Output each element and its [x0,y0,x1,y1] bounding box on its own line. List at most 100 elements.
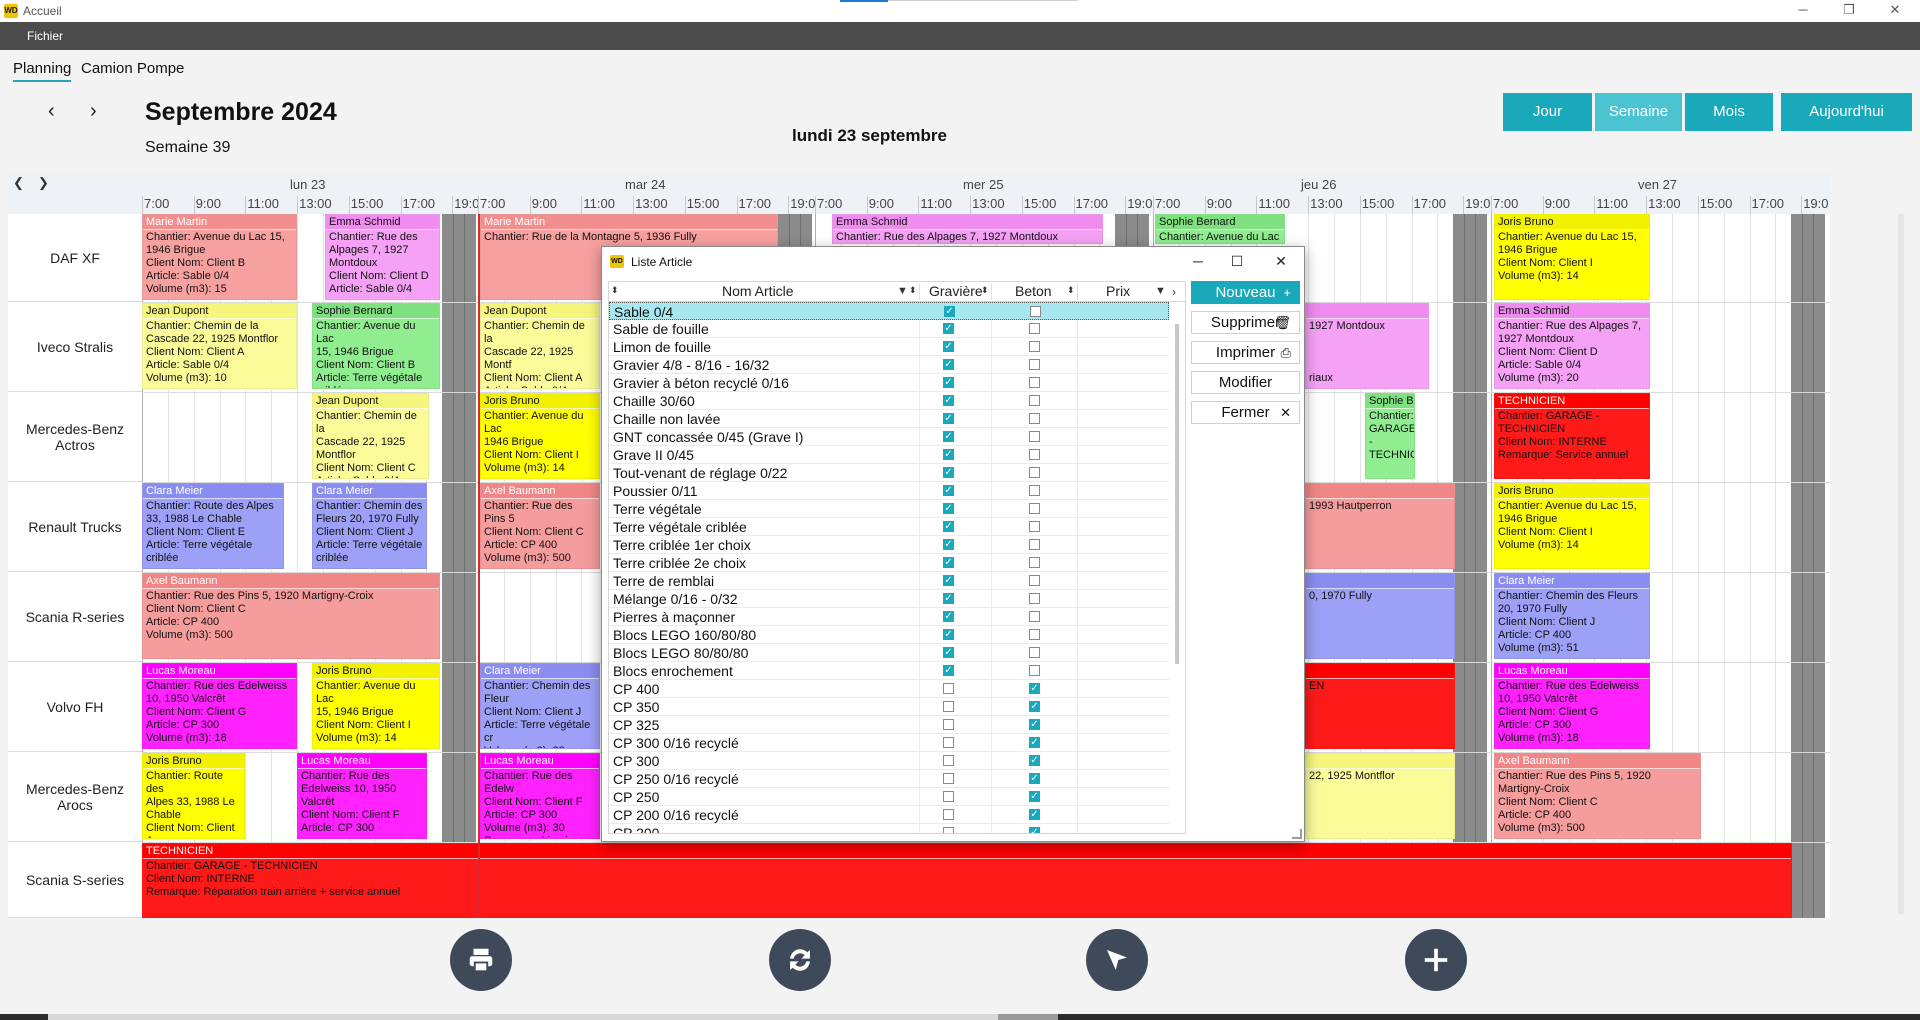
table-row[interactable]: CP 350 ✓ [609,698,1169,716]
event-block[interactable]: Sophie BernardChantier: GARAGE - TECHNIC… [1365,393,1415,479]
tab-camion-pompe[interactable]: Camion Pompe [81,60,184,77]
modifier-button[interactable]: Modifier [1191,371,1300,394]
column-beton[interactable]: Beton [1015,283,1052,299]
event-block[interactable]: Clara Meier Chantier: Chemin des Fleurs 2… [1494,573,1650,659]
table-row[interactable]: CP 400 ✓ [609,680,1169,698]
beton-checkbox[interactable]: ✓ [1029,683,1040,694]
graviere-checkbox[interactable] [943,683,954,694]
table-row[interactable]: CP 200 0/16 recyclé ✓ [609,806,1169,824]
event-block[interactable]: Axel Baumann Chantier: Rue des Pins 5 Cli… [480,483,600,569]
close-window-button[interactable]: ✕ [1872,0,1918,22]
taskbar-item[interactable] [998,1014,1058,1020]
table-row[interactable]: Gravier 4/8 - 8/16 - 16/32 ✓ [609,356,1169,374]
filter-icon[interactable]: ▼ [897,285,908,297]
event-block[interactable]: TECHNICIEN Chantier: GARAGE - TECHNICIEN … [1494,393,1650,479]
graviere-checkbox[interactable]: ✓ [943,413,954,424]
graviere-checkbox[interactable]: ✓ [943,395,954,406]
table-row[interactable]: CP 325 ✓ [609,716,1169,734]
beton-checkbox[interactable]: ✓ [1029,719,1040,730]
beton-checkbox[interactable] [1029,359,1040,370]
table-row[interactable]: CP 200 ✓ [609,824,1169,833]
event-block[interactable]: Joris Bruno Chantier: Avenue du Lac 15, 1… [312,663,440,749]
table-row[interactable]: CP 300 0/16 recyclé ✓ [609,734,1169,752]
event-block[interactable]: Jean Dupont Chantier: Chemin de la Cascad… [142,303,297,389]
graviere-checkbox[interactable]: ✓ [943,485,954,496]
beton-checkbox[interactable] [1029,467,1040,478]
beton-checkbox[interactable] [1029,395,1040,406]
restore-button[interactable]: ❐ [1826,0,1872,22]
next-week-button[interactable]: › [90,100,97,123]
event-block[interactable]: 22, 1925 Montflor [1305,753,1455,839]
graviere-checkbox[interactable]: ✓ [943,377,954,388]
table-row[interactable]: CP 250 0/16 recyclé ✓ [609,770,1169,788]
graviere-checkbox[interactable]: ✓ [943,647,954,658]
add-button[interactable] [1405,929,1467,991]
table-row[interactable]: Gravier à béton recyclé 0/16 ✓ [609,374,1169,392]
supprimer-button[interactable]: Supprimer 🗑 [1191,311,1300,334]
menu-file[interactable]: Fichier [27,29,63,43]
event-block[interactable]: Emma Schmid Chantier: Rue des Alpages 7, … [325,214,440,300]
graviere-checkbox[interactable] [943,719,954,730]
beton-checkbox[interactable] [1029,611,1040,622]
table-row[interactable]: Terre de remblai ✓ [609,572,1169,590]
column-prix[interactable]: Prix [1106,283,1130,299]
beton-checkbox[interactable] [1029,341,1040,352]
graviere-checkbox[interactable] [943,737,954,748]
table-row[interactable]: Chaille non lavée ✓ [609,410,1169,428]
beton-checkbox[interactable] [1029,521,1040,532]
dialog-close-button[interactable]: ✕ [1266,250,1296,272]
event-block[interactable]: Joris Bruno Chantier: Avenue du Lac 15, 1… [1494,214,1650,300]
event-block[interactable]: TECHNICIEN Chantier: GARAGE - TECHNICIEN … [142,843,1792,918]
event-block[interactable]: Clara Meier Chantier: Route des Alpes 33,… [142,483,284,569]
beton-checkbox[interactable] [1029,413,1040,424]
table-row[interactable]: Terre criblée 1er choix ✓ [609,536,1169,554]
event-block[interactable]: Clara Meier Chantier: Chemin des Fleurs 2… [312,483,427,569]
column-nom-article[interactable]: Nom Article [722,283,794,299]
graviere-checkbox[interactable]: ✓ [943,557,954,568]
table-scrollbar[interactable] [1175,324,1179,664]
table-row[interactable]: Mélange 0/16 - 0/32 ✓ [609,590,1169,608]
filter-icon[interactable]: ▼ [1155,285,1166,297]
beton-checkbox[interactable] [1029,323,1040,334]
event-block[interactable]: Lucas Moreau Chantier: Rue des Edelweiss … [142,663,297,749]
beton-checkbox[interactable]: ✓ [1029,809,1040,820]
beton-checkbox[interactable] [1029,647,1040,658]
event-block[interactable]: EN [1305,663,1455,749]
beton-checkbox[interactable] [1029,503,1040,514]
event-block[interactable]: 1993 Hautperron [1305,483,1455,569]
event-block[interactable]: 0, 1970 Fully [1305,573,1455,659]
event-block[interactable]: Jean Dupont Chantier: Chemin de la Cascad… [312,393,429,479]
beton-checkbox[interactable] [1029,557,1040,568]
event-block[interactable]: Clara Meier Chantier: Chemin des Fleur Cl… [480,663,600,749]
graviere-checkbox[interactable] [943,701,954,712]
sort-icon[interactable]: ⬍ [611,285,619,296]
table-row[interactable]: Pierres à maçonner ✓ [609,608,1169,626]
graviere-checkbox[interactable]: ✓ [943,503,954,514]
beton-checkbox[interactable] [1030,306,1041,317]
nouveau-button[interactable]: Nouveau + [1191,281,1300,304]
table-row[interactable]: Blocs LEGO 160/80/80 ✓ [609,626,1169,644]
table-row[interactable]: GNT concassée 0/45 (Grave I) ✓ [609,428,1169,446]
event-block[interactable]: Emma Schmid Chantier: Rue des Alpages 7, … [832,214,1103,244]
tab-planning[interactable]: Planning [13,60,72,82]
event-block[interactable]: Lucas Moreau Chantier: Rue des Edelweiss … [297,753,427,839]
event-block[interactable]: Sophie Bernard Chantier: Avenue du Lac 15… [312,303,440,389]
event-block[interactable]: Lucas Moreau Chantier: Rue des Edelw Clie… [480,753,600,839]
event-block[interactable]: Axel Baumann Chantier: Rue des Pins 5, 19… [142,573,440,659]
event-block[interactable]: 1927 Montdoux riaux [1305,303,1429,389]
view-week-button[interactable]: Semaine [1595,93,1682,131]
beton-checkbox[interactable] [1029,539,1040,550]
select-button[interactable] [1086,929,1148,991]
table-row[interactable]: Poussier 0/11 ✓ [609,482,1169,500]
sort-icon[interactable]: ⬍ [909,285,917,296]
beton-checkbox[interactable] [1029,485,1040,496]
table-row[interactable]: Terre végétale criblée ✓ [609,518,1169,536]
table-row[interactable]: Blocs enrochement ✓ [609,662,1169,680]
view-day-button[interactable]: Jour [1503,93,1592,131]
beton-checkbox[interactable]: ✓ [1029,827,1040,833]
graviere-checkbox[interactable]: ✓ [943,341,954,352]
scroll-columns-icon[interactable]: › [1172,285,1176,299]
table-row[interactable]: Sable de fouille ✓ [609,320,1169,338]
planning-scrollbar[interactable] [1898,214,1904,914]
sort-icon[interactable]: ⬍ [1067,285,1075,296]
